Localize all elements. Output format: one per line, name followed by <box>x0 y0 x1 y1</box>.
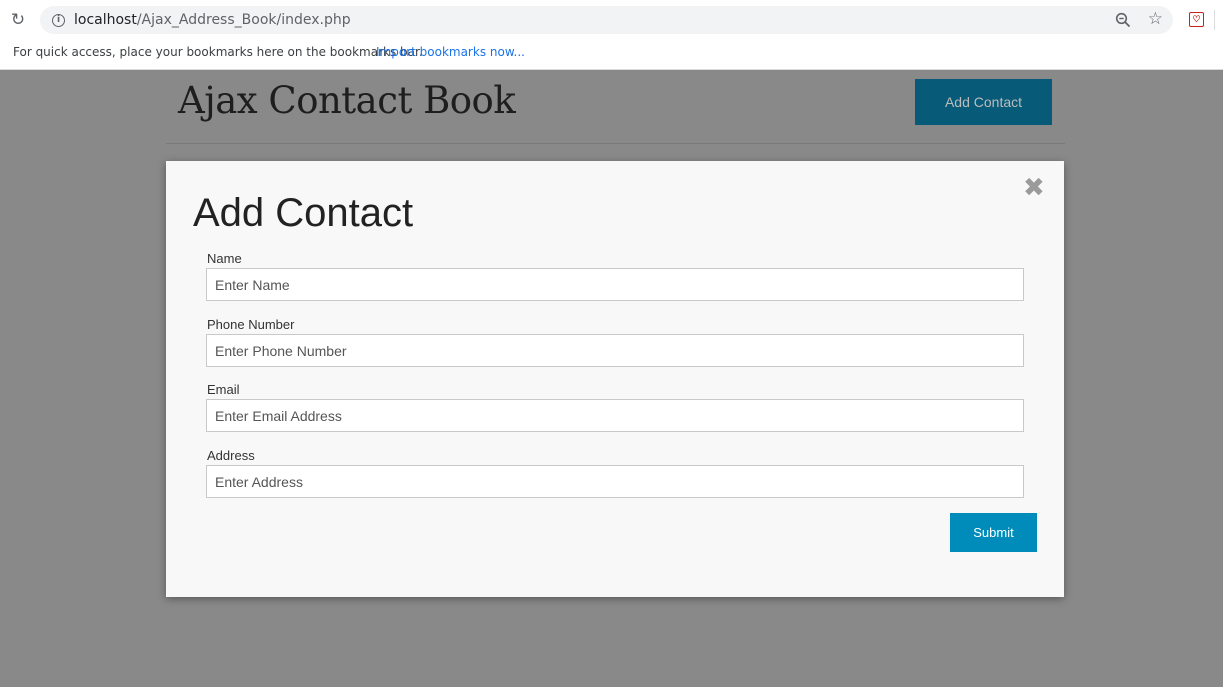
zoom-icon[interactable] <box>1115 12 1131 28</box>
add-contact-button[interactable]: Add Contact <box>915 79 1052 125</box>
name-label: Name <box>207 251 242 266</box>
browser-toolbar: ↻ i localhost/Ajax_Address_Book/index.ph… <box>0 0 1223 40</box>
import-bookmarks-link[interactable]: Import bookmarks now... <box>376 45 525 59</box>
bookmarks-bar: For quick access, place your bookmarks h… <box>0 40 1223 70</box>
pocket-extension-icon[interactable]: ♡ <box>1189 12 1204 27</box>
email-label: Email <box>207 382 240 397</box>
page-title: Ajax Contact Book <box>178 79 516 122</box>
phone-label: Phone Number <box>207 317 295 332</box>
address-input[interactable] <box>206 465 1024 498</box>
close-icon[interactable]: ✖ <box>1023 173 1045 203</box>
address-label: Address <box>207 448 255 463</box>
modal-title: Add Contact <box>193 191 414 235</box>
toolbar-divider <box>1214 10 1215 30</box>
header-divider <box>166 143 1065 144</box>
reload-icon[interactable]: ↻ <box>8 10 28 30</box>
phone-input[interactable] <box>206 334 1024 367</box>
bookmarks-prompt: For quick access, place your bookmarks h… <box>13 45 423 59</box>
url-text[interactable]: localhost/Ajax_Address_Book/index.php <box>74 12 351 28</box>
submit-button[interactable]: Submit <box>950 513 1037 552</box>
info-icon[interactable]: i <box>52 14 65 27</box>
add-contact-modal: ✖ Add Contact Name Phone Number Email Ad… <box>166 161 1064 597</box>
url-host: localhost <box>74 12 137 28</box>
name-input[interactable] <box>206 268 1024 301</box>
address-bar[interactable]: i localhost/Ajax_Address_Book/index.php … <box>40 6 1173 34</box>
email-input[interactable] <box>206 399 1024 432</box>
bookmark-star-icon[interactable]: ☆ <box>1148 9 1163 29</box>
page-viewport: Ajax Contact Book Add Contact ✖ Add Cont… <box>0 70 1223 687</box>
url-path: /Ajax_Address_Book/index.php <box>136 12 351 28</box>
